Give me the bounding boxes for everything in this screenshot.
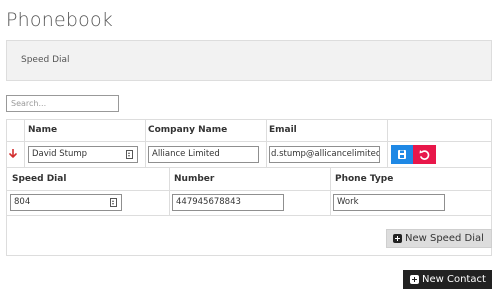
speed-dial-value: 804 — [14, 197, 31, 207]
number-value: 447945678843 — [176, 197, 241, 207]
company-field[interactable]: Alliance Limited — [148, 146, 259, 163]
email-header: Email — [269, 125, 297, 135]
email-value: d.stump@allicancelimited — [271, 149, 380, 159]
number-header: Number — [174, 174, 215, 184]
plus-square-icon — [393, 234, 402, 243]
search-input[interactable] — [6, 95, 119, 112]
name-value: David Stump — [32, 149, 88, 159]
company-value: Alliance Limited — [152, 149, 220, 159]
phone-type-header: Phone Type — [335, 174, 394, 184]
new-contact-button[interactable]: New Contact — [403, 270, 492, 289]
stepper-icon[interactable] — [126, 150, 133, 159]
section-label: Speed Dial — [21, 55, 70, 65]
page-title: Phonebook — [6, 9, 113, 31]
save-button[interactable] — [391, 145, 413, 164]
speed-dial-field[interactable]: 804 — [10, 194, 122, 211]
stepper-icon[interactable] — [110, 198, 117, 207]
phone-type-field[interactable]: Work — [333, 194, 445, 211]
number-field[interactable]: 447945678843 — [172, 194, 284, 211]
new-speed-dial-button[interactable]: New Speed Dial — [386, 229, 492, 248]
save-icon — [398, 150, 406, 159]
speed-dial-header: Speed Dial — [12, 174, 67, 184]
name-field[interactable]: David Stump — [28, 146, 138, 163]
undo-icon — [419, 150, 430, 160]
speed-dial-section: Speed Dial — [6, 40, 492, 81]
company-header: Company Name — [148, 125, 228, 135]
phone-type-value: Work — [337, 197, 359, 207]
plus-square-icon — [410, 275, 419, 284]
name-header: Name — [28, 125, 58, 135]
new-speed-dial-label: New Speed Dial — [405, 233, 484, 244]
undo-button[interactable] — [413, 145, 436, 164]
email-field[interactable]: d.stump@allicancelimited — [269, 146, 380, 163]
arrow-down-icon[interactable] — [9, 149, 17, 158]
new-contact-label: New Contact — [422, 274, 486, 285]
